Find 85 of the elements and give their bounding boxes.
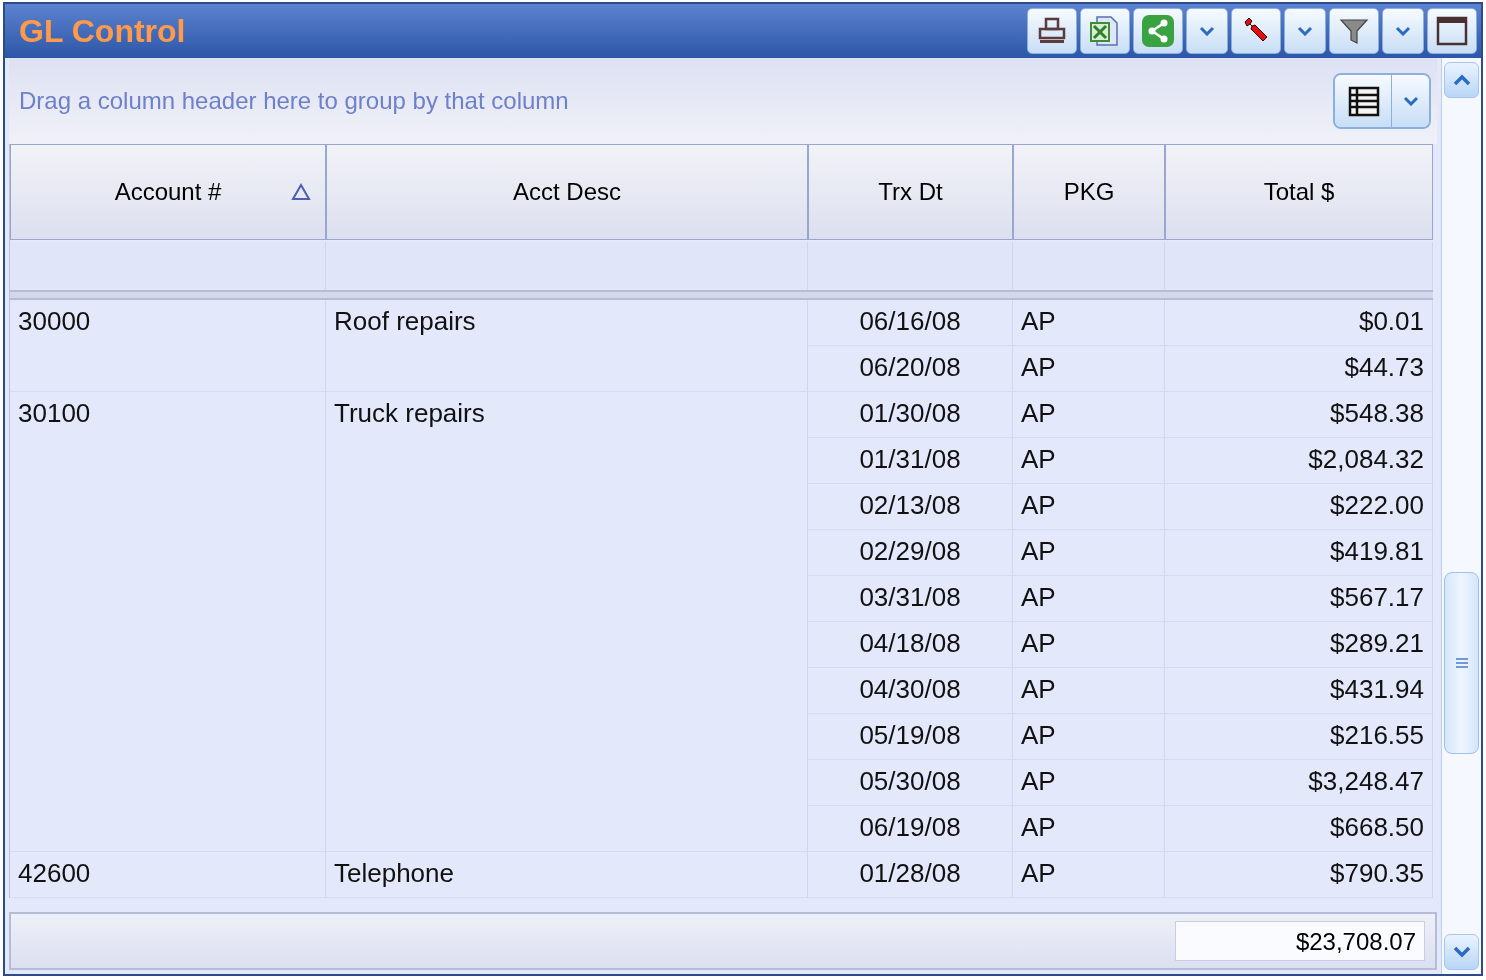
filter-cell[interactable]: [1165, 242, 1433, 290]
filter-button[interactable]: [1329, 8, 1379, 54]
table-cell: Truck repairs: [326, 392, 808, 852]
table-cell: 01/28/08: [808, 852, 1013, 898]
table-cell: AP: [1013, 576, 1165, 622]
table-cell: $44.73: [1165, 346, 1433, 392]
window-icon: [1436, 16, 1468, 46]
table-cell: 04/18/08: [808, 622, 1013, 668]
table-cell: AP: [1013, 484, 1165, 530]
table-cell: AP: [1013, 530, 1165, 576]
share-dropdown-button[interactable]: [1186, 8, 1228, 54]
window-title: GL Control: [19, 12, 186, 50]
table-cell: 42600: [10, 852, 326, 898]
table-cell: 06/19/08: [808, 806, 1013, 852]
column-header[interactable]: Acct Desc: [326, 144, 808, 240]
table-cell: $790.35: [1165, 852, 1433, 898]
grid-icon: [1346, 85, 1380, 117]
table-cell: 05/30/08: [808, 760, 1013, 806]
filter-cell[interactable]: [326, 242, 808, 290]
group-by-hint: Drag a column header here to group by that column: [19, 87, 569, 115]
chevron-down-icon: [1297, 26, 1313, 36]
chevron-up-icon: [1451, 74, 1472, 86]
table-cell: 01/31/08: [808, 438, 1013, 484]
table-cell: $222.00: [1165, 484, 1433, 530]
spreadsheet-icon: [1089, 15, 1121, 47]
share-button[interactable]: [1133, 8, 1183, 54]
table-cell: $216.55: [1165, 714, 1433, 760]
share-icon: [1141, 14, 1175, 48]
chevron-down-icon: [1395, 26, 1411, 36]
table-cell: 06/16/08: [808, 300, 1013, 346]
table-cell: AP: [1013, 760, 1165, 806]
grip-icon: [1453, 657, 1470, 669]
chevron-down-icon: [1199, 26, 1215, 36]
grand-total: $23,708.07: [1175, 921, 1425, 961]
table-cell: $567.17: [1165, 576, 1433, 622]
table-cell: AP: [1013, 438, 1165, 484]
table-cell: $431.94: [1165, 668, 1433, 714]
settings-button[interactable]: [1231, 8, 1281, 54]
print-button[interactable]: [1027, 8, 1077, 54]
chevron-down-icon: [1402, 96, 1419, 106]
table-cell: AP: [1013, 622, 1165, 668]
table-cell: 03/31/08: [808, 576, 1013, 622]
table-cell: AP: [1013, 852, 1165, 898]
table-cell: AP: [1013, 300, 1165, 346]
table-cell: $289.21: [1165, 622, 1433, 668]
column-header[interactable]: Total $: [1165, 144, 1433, 240]
filter-icon: [1339, 16, 1369, 46]
table-cell: 01/30/08: [808, 392, 1013, 438]
filter-cell[interactable]: [1013, 242, 1165, 290]
table-cell: 05/19/08: [808, 714, 1013, 760]
chevron-down-icon: [1451, 946, 1472, 958]
filter-cell[interactable]: [808, 242, 1013, 290]
table-cell: $2,084.32: [1165, 438, 1433, 484]
table-cell: 30000: [10, 300, 326, 392]
printer-icon: [1037, 16, 1067, 46]
column-header[interactable]: Trx Dt: [808, 144, 1013, 240]
table-cell: AP: [1013, 668, 1165, 714]
table-cell: AP: [1013, 806, 1165, 852]
excel-export-button[interactable]: [1080, 8, 1130, 54]
table-cell: Telephone: [326, 852, 808, 898]
table-cell: AP: [1013, 346, 1165, 392]
column-chooser-button[interactable]: [1335, 75, 1391, 127]
table-cell: $419.81: [1165, 530, 1433, 576]
table-cell: 06/20/08: [808, 346, 1013, 392]
column-header[interactable]: Account #: [10, 144, 326, 240]
vertical-scrollbar[interactable]: [1441, 58, 1481, 974]
table-cell: $0.01: [1165, 300, 1433, 346]
scroll-up-button[interactable]: [1444, 62, 1479, 98]
table-cell: AP: [1013, 714, 1165, 760]
table-cell: AP: [1013, 392, 1165, 438]
table-cell: 04/30/08: [808, 668, 1013, 714]
scroll-down-button[interactable]: [1444, 934, 1479, 970]
table-cell: 02/13/08: [808, 484, 1013, 530]
column-header[interactable]: PKG: [1013, 144, 1165, 240]
filter-cell[interactable]: [10, 242, 326, 290]
table-cell: 30100: [10, 392, 326, 852]
table-cell: $548.38: [1165, 392, 1433, 438]
settings-dropdown-button[interactable]: [1284, 8, 1326, 54]
maximize-button[interactable]: [1427, 8, 1477, 54]
table-cell: $668.50: [1165, 806, 1433, 852]
filter-dropdown-button[interactable]: [1382, 8, 1424, 54]
scrollbar-thumb[interactable]: [1444, 572, 1479, 754]
table-cell: Roof repairs: [326, 300, 808, 392]
table-cell: $3,248.47: [1165, 760, 1433, 806]
table-cell: 02/29/08: [808, 530, 1013, 576]
